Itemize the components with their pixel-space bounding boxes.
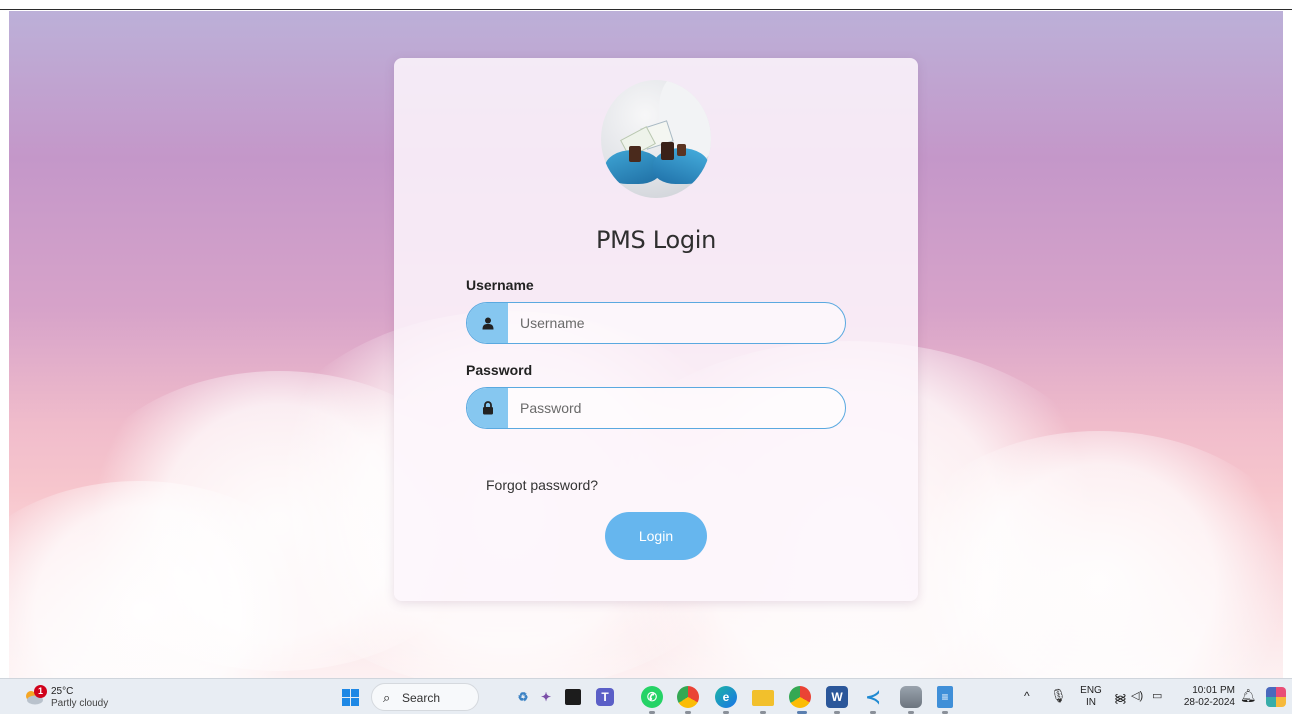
page-title: PMS Login <box>595 226 717 254</box>
password-field <box>466 387 846 429</box>
weather-widget[interactable]: 1 25°C Partly cloudy <box>22 683 132 711</box>
word-icon[interactable]: W <box>826 686 848 708</box>
show-hidden-icons-chevron-icon[interactable]: ^ <box>1024 689 1030 714</box>
screen-right-edge <box>1283 10 1292 678</box>
task-view-icon[interactable] <box>565 689 581 705</box>
windows-start-button[interactable] <box>342 689 359 706</box>
search-icon: ⌕ <box>383 690 391 705</box>
login-card: PMS Login Username Password Forgot passw… <box>394 58 918 601</box>
taskbar: 1 25°C Partly cloudy ⌕ Search ♻ ✦ T ✆ e … <box>0 678 1292 714</box>
vscode-icon[interactable]: ≺ <box>862 686 884 708</box>
weather-temperature: 25°C <box>51 686 74 697</box>
username-input[interactable] <box>508 303 845 343</box>
notification-bell-icon[interactable]: 🔔︎ <box>1240 688 1257 714</box>
weather-condition: Partly cloudy <box>51 698 109 709</box>
copilot-icon[interactable] <box>1266 687 1286 707</box>
volume-icon[interactable]: ◁) <box>1131 689 1143 714</box>
screen-top-edge <box>0 0 1292 10</box>
password-input[interactable] <box>508 388 845 428</box>
notepad-icon[interactable]: ≡ <box>937 686 953 708</box>
file-explorer-icon[interactable] <box>752 690 774 706</box>
taskbar-search-box[interactable]: ⌕ Search <box>371 683 479 711</box>
chrome-icon[interactable] <box>677 686 699 708</box>
teams-icon[interactable]: T <box>596 688 614 706</box>
forgot-password-link[interactable]: Forgot password? <box>486 477 598 493</box>
login-button[interactable]: Login <box>605 512 707 560</box>
lock-icon <box>467 388 508 428</box>
password-label: Password <box>466 362 533 378</box>
weather-alert-badge: 1 <box>34 685 47 698</box>
battery-icon[interactable]: ▭ <box>1152 689 1162 714</box>
user-icon <box>467 303 508 343</box>
taskbar-search-label: Search <box>402 691 441 705</box>
copilot-like-app-icon[interactable]: ♻ <box>512 686 534 708</box>
wifi-icon[interactable]: ᯼ <box>1114 689 1127 714</box>
language-indicator[interactable]: ENG IN <box>1080 685 1102 709</box>
whatsapp-icon[interactable]: ✆ <box>641 686 663 708</box>
pharmacy-avatar-image <box>601 80 711 198</box>
screen-left-edge <box>0 10 9 678</box>
username-label: Username <box>466 277 534 293</box>
username-field <box>466 302 846 344</box>
database-icon[interactable] <box>900 686 922 708</box>
satellite-app-icon[interactable]: ✦ <box>535 686 557 708</box>
chrome-profile-icon[interactable] <box>789 686 811 708</box>
edge-icon[interactable]: e <box>715 686 737 708</box>
desktop-background: PMS Login Username Password Forgot passw… <box>9 11 1283 678</box>
microphone-icon[interactable]: 🎙 <box>1050 688 1067 714</box>
clock[interactable]: 10:01 PM 28-02-2024 <box>1181 685 1235 709</box>
